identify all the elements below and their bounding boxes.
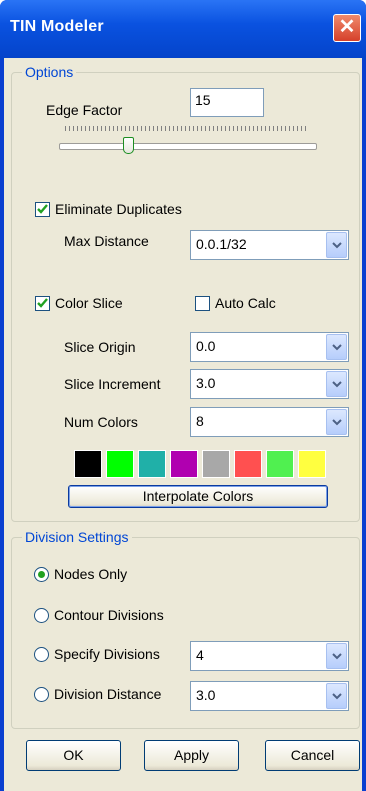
slice-increment-dropdown-button[interactable]	[326, 371, 347, 397]
max-distance-value: 0.0.1/32	[196, 236, 247, 252]
max-distance-dropdown-button[interactable]	[326, 232, 347, 258]
slider-thumb[interactable]	[123, 137, 134, 154]
specify-divisions-radio[interactable]	[34, 647, 49, 662]
nodes-only-radio[interactable]	[34, 567, 49, 582]
radio-selected-dot	[38, 571, 45, 578]
edge-factor-input[interactable]: 15	[190, 88, 264, 117]
slice-increment-label: Slice Increment	[64, 376, 161, 392]
division-settings-legend: Division Settings	[22, 529, 132, 545]
edge-factor-slider[interactable]	[59, 126, 317, 160]
cancel-button[interactable]: Cancel	[265, 740, 360, 771]
contour-divisions-label: Contour Divisions	[54, 607, 164, 623]
color-swatch[interactable]	[138, 450, 166, 478]
auto-calc-checkbox[interactable]	[195, 296, 210, 311]
color-swatch[interactable]	[266, 450, 294, 478]
slice-origin-dropdown-button[interactable]	[326, 334, 347, 360]
slice-increment-value: 3.0	[196, 375, 216, 391]
tin-modeler-window: TIN Modeler ✕ Options Edge Factor 15 Eli…	[0, 0, 366, 791]
cancel-label: Cancel	[290, 747, 335, 763]
slider-track	[59, 143, 317, 150]
ok-label: OK	[63, 747, 84, 763]
division-distance-value: 3.0	[196, 687, 216, 703]
color-swatch[interactable]	[170, 450, 198, 478]
division-distance-dropdown-button[interactable]	[326, 683, 347, 709]
slider-ticks	[65, 126, 309, 131]
chevron-down-icon	[332, 693, 342, 700]
close-button[interactable]: ✕	[333, 14, 361, 42]
window-title: TIN Modeler	[10, 18, 104, 35]
num-colors-dropdown[interactable]: 8	[190, 407, 349, 437]
title-bar[interactable]: TIN Modeler ✕	[0, 0, 366, 60]
dialog-body: Options Edge Factor 15 Eliminate Duplica…	[4, 58, 362, 791]
slice-origin-value: 0.0	[196, 338, 216, 354]
color-swatch[interactable]	[298, 450, 326, 478]
ok-button[interactable]: OK	[26, 740, 121, 771]
eliminate-duplicates-checkbox[interactable]	[35, 202, 50, 217]
division-distance-dropdown[interactable]: 3.0	[190, 681, 349, 711]
specify-divisions-dropdown-button[interactable]	[326, 643, 347, 669]
color-swatch[interactable]	[202, 450, 230, 478]
num-colors-value: 8	[196, 413, 204, 429]
chevron-down-icon	[332, 653, 342, 660]
color-swatch[interactable]	[106, 450, 134, 478]
eliminate-duplicates-label: Eliminate Duplicates	[55, 201, 182, 217]
specify-divisions-dropdown[interactable]: 4	[190, 641, 349, 671]
apply-label: Apply	[173, 747, 210, 763]
color-swatch[interactable]	[74, 450, 102, 478]
color-swatch[interactable]	[234, 450, 262, 478]
slice-increment-dropdown[interactable]: 3.0	[190, 369, 349, 399]
slice-origin-dropdown[interactable]: 0.0	[190, 332, 349, 362]
division-distance-radio[interactable]	[34, 687, 49, 702]
slice-origin-label: Slice Origin	[64, 339, 136, 355]
close-icon: ✕	[338, 16, 356, 38]
edge-factor-label: Edge Factor	[46, 102, 123, 118]
num-colors-label: Num Colors	[64, 414, 138, 430]
checkmark-icon	[37, 298, 48, 308]
auto-calc-label: Auto Calc	[215, 295, 276, 311]
chevron-down-icon	[332, 242, 342, 249]
max-distance-label: Max Distance	[64, 233, 149, 249]
interpolate-colors-label: Interpolate Colors	[142, 488, 254, 504]
specify-divisions-value: 4	[196, 647, 204, 663]
options-legend: Options	[22, 64, 77, 80]
chevron-down-icon	[332, 344, 342, 351]
color-slice-label: Color Slice	[55, 295, 123, 311]
nodes-only-label: Nodes Only	[54, 566, 128, 582]
num-colors-dropdown-button[interactable]	[326, 409, 347, 435]
chevron-down-icon	[332, 419, 342, 426]
specify-divisions-label: Specify Divisions	[54, 646, 160, 662]
interpolate-colors-button[interactable]: Interpolate Colors	[68, 485, 328, 508]
chevron-down-icon	[332, 381, 342, 388]
color-slice-checkbox[interactable]	[35, 296, 50, 311]
checkmark-icon	[37, 204, 48, 214]
contour-divisions-radio[interactable]	[34, 608, 49, 623]
apply-button[interactable]: Apply	[144, 740, 239, 771]
division-distance-label: Division Distance	[54, 686, 162, 702]
max-distance-dropdown[interactable]: 0.0.1/32	[190, 230, 349, 260]
color-swatch-row	[74, 450, 330, 478]
